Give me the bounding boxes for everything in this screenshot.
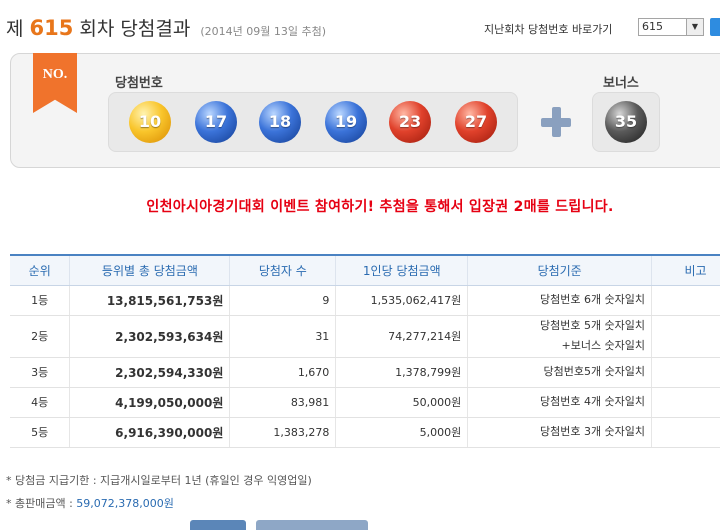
bottom-button-2[interactable] [256,520,368,530]
ball-5: 23 [389,101,431,143]
total-cell: 4,199,050,000원 [69,387,231,418]
winning-numbers-label: 당첨번호 [115,76,163,91]
total-sales-note: * 총판매금액 : 59,072,378,000원 [6,495,312,511]
winning-numbers-box: 10 17 18 19 23 27 [108,92,518,152]
col-criteria: 당첨기준 [467,254,653,286]
col-count: 당첨자 수 [229,254,337,286]
round-select-value: 615 [642,20,663,33]
ball-3: 18 [259,101,301,143]
round-select[interactable]: 615 ▼ [638,18,704,36]
count-cell: 1,670 [229,357,337,388]
go-button[interactable] [710,18,720,36]
count-cell: 31 [229,315,337,358]
per-cell: 1,535,062,417원 [335,285,469,316]
bonus-label: 보너스 [603,76,639,91]
notes: * 당첨금 지급기한 : 지급개시일로부터 1년 (휴일인 경우 익영업일) *… [6,472,312,518]
per-cell: 50,000원 [335,387,469,418]
rank-cell: 4등 [10,387,71,418]
note-cell [651,417,720,448]
criteria-text-bonus: +보너스 숫자일치 [561,339,646,352]
col-note: 비고 [651,254,720,286]
per-cell: 1,378,799원 [335,357,469,388]
count-cell: 1,383,278 [229,417,337,448]
criteria-text: 당첨번호5개 숫자일치 [543,365,646,378]
table-row: 2등 2,302,593,634원 31 74,277,214원 당첨번호 5개… [10,315,720,358]
rank-cell: 2등 [10,315,71,358]
criteria-text: 당첨번호 6개 숫자일치 [539,293,646,306]
total-sales-label: * 총판매금액 : [6,497,77,510]
per-cell: 5,000원 [335,417,469,448]
event-link[interactable]: 인천아시아경기대회 이벤트 참여하기! 추첨을 통해서 입장권 2매를 드립니다… [0,196,720,216]
bonus-ball: 35 [605,101,647,143]
total-cell: 2,302,594,330원 [69,357,231,388]
past-round-nav-label: 지난회차 당첨번호 바로가기 [484,23,613,36]
page-title: 제 615 회차 당첨결과 (2014년 09월 13일 추첨) [6,14,326,41]
rank-cell: 5등 [10,417,71,448]
per-cell: 74,277,214원 [335,315,469,358]
col-total: 등위별 총 당첨금액 [69,254,231,286]
bonus-number-box: 35 [592,92,660,152]
count-cell: 9 [229,285,337,316]
total-cell: 13,815,561,753원 [69,285,231,316]
note-cell [651,315,720,358]
chevron-down-icon[interactable]: ▼ [686,19,703,35]
total-cell: 2,302,593,634원 [69,315,231,358]
rank-cell: 3등 [10,357,71,388]
table-row: 5등 6,916,390,000원 1,383,278 5,000원 당첨번호 … [10,417,720,448]
ball-4: 19 [325,101,367,143]
criteria-text: 당첨번호 3개 숫자일치 [539,425,646,438]
rank-cell: 1등 [10,285,71,316]
ball-2: 17 [195,101,237,143]
criteria-text: 당첨번호 5개 숫자일치 [539,319,646,332]
note-cell [651,357,720,388]
draw-date: (2014년 09월 13일 추첨) [200,25,327,38]
title-suffix: 회차 당첨결과 [79,18,191,40]
criteria-cell: 당첨번호 6개 숫자일치 [467,285,653,316]
total-sales-value: 59,072,378,000원 [76,497,174,510]
round-number: 615 [29,16,74,40]
table-row: 4등 4,199,050,000원 83,981 50,000원 당첨번호 4개… [10,387,720,418]
criteria-cell: 당첨번호 4개 숫자일치 [467,387,653,418]
total-cell: 6,916,390,000원 [69,417,231,448]
prize-table: 순위 등위별 총 당첨금액 당첨자 수 1인당 당첨금액 당첨기준 비고 1등 … [10,254,720,448]
criteria-text: 당첨번호 4개 숫자일치 [539,395,646,408]
table-row: 3등 2,302,594,330원 1,670 1,378,799원 당첨번호5… [10,357,720,388]
table-row: 1등 13,815,561,753원 9 1,535,062,417원 당첨번호… [10,285,720,316]
ball-6: 27 [455,101,497,143]
col-rank: 순위 [10,254,71,286]
plus-icon [541,107,571,137]
ball-1: 10 [129,101,171,143]
count-cell: 83,981 [229,387,337,418]
note-cell [651,285,720,316]
bottom-button-1[interactable] [190,520,246,530]
criteria-cell: 당첨번호 5개 숫자일치 +보너스 숫자일치 [467,315,653,358]
claim-period-note: * 당첨금 지급기한 : 지급개시일로부터 1년 (휴일인 경우 익영업일) [6,474,312,487]
criteria-cell: 당첨번호5개 숫자일치 [467,357,653,388]
col-per: 1인당 당첨금액 [335,254,469,286]
criteria-cell: 당첨번호 3개 숫자일치 [467,417,653,448]
note-cell [651,387,720,418]
title-prefix: 제 [6,18,24,40]
